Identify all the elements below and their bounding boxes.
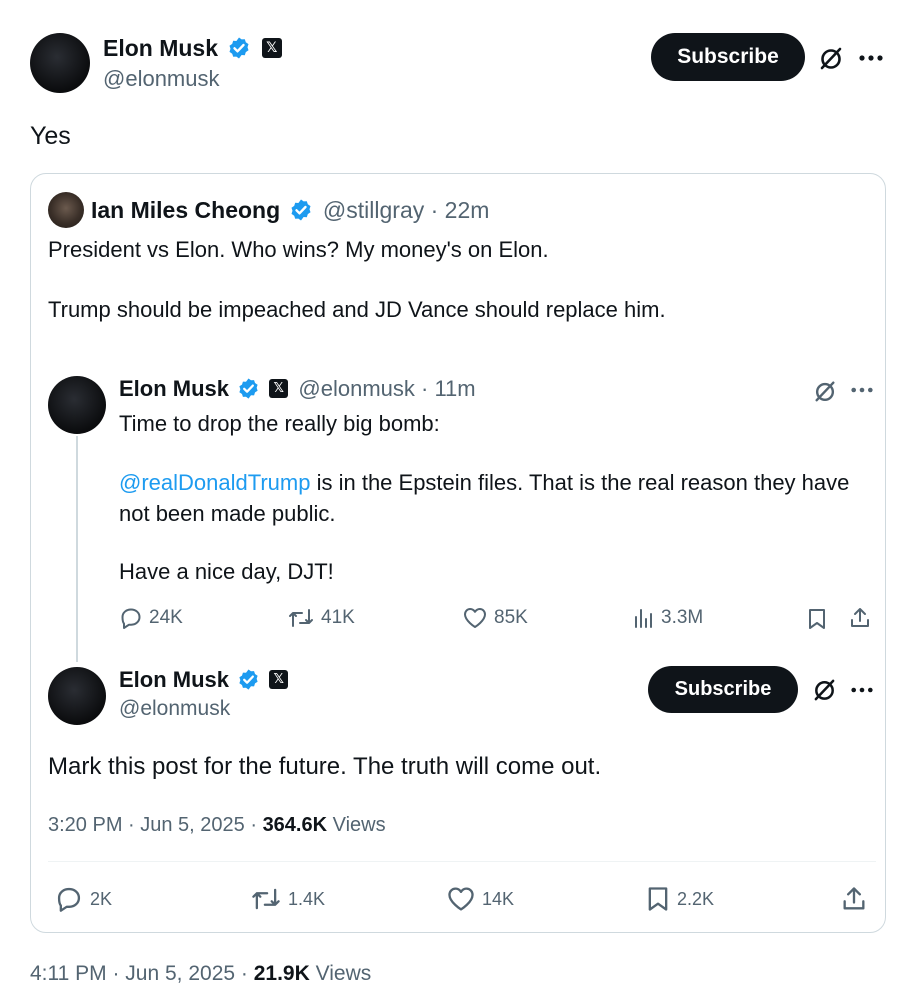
x-affiliate-icon: 𝕏 [269,378,289,398]
stats-divider [48,861,876,862]
quote-text-line-1: President vs Elon. Who wins? My money's … [48,237,549,262]
reply-author-handle[interactable]: @elonmusk [119,696,230,722]
nested-like-stat[interactable]: 85K [462,606,528,630]
reply-post-views-count: 364.6K [262,814,328,836]
reply-icon [57,887,81,912]
quote-post-age: · 22m [424,197,490,223]
like-icon [448,887,474,911]
reply-reply-stat[interactable]: 2K [54,885,112,913]
nested-author-handle[interactable]: @elonmusk [298,376,415,401]
share-icon[interactable] [840,885,868,913]
post-views-count: 21.9K [253,962,310,985]
quote-author-handle[interactable]: @stillgray [323,197,424,223]
nested-reply-stat[interactable]: 24K [119,606,183,630]
nested-author-avatar[interactable] [48,376,106,434]
reply-author-name[interactable]: Elon Musk [119,667,229,692]
reply-post-views-label: Views [327,814,386,836]
nested-text-line-1: Time to drop the really big bomb: [119,411,440,436]
verified-badge-icon [239,669,258,690]
nested-like-count: 85K [494,607,528,628]
nested-text-line-2: is in the Epstein files. That is the rea… [310,470,850,495]
reply-author-avatar[interactable] [48,667,106,725]
nested-repost-stat[interactable]: 41K [287,606,355,630]
bookmark-icon [648,887,668,911]
share-icon[interactable] [848,606,872,630]
reply-post-text: Mark this post for the future. The truth… [48,753,602,780]
reply-repost-count: 1.4K [288,888,326,909]
post-timestamp[interactable]: 4:11 PM · Jun 5, 2025 · [30,962,254,985]
reply-bookmark-stat[interactable]: 2.2K [645,885,714,913]
author-name[interactable]: Elon Musk [103,35,218,61]
post-text: Yes [30,122,71,150]
subscribe-button[interactable]: Subscribe [651,33,805,81]
mention-link[interactable]: @realDonaldTrump [119,470,310,495]
nested-repost-count: 41K [321,607,355,628]
author-avatar[interactable] [30,33,90,93]
nested-post-age: · 11m [414,376,476,401]
quote-text-line-2: Trump should be impeached and JD Vance s… [48,297,666,322]
nested-reply-count: 24K [149,607,183,628]
thread-connector-line [76,436,78,662]
views-icon [635,609,652,628]
x-affiliate-icon: 𝕏 [261,37,282,58]
reply-bookmark-count: 2.2K [677,888,715,909]
more-options-icon[interactable] [858,54,884,62]
x-affiliate-icon: 𝕏 [269,669,289,689]
post-views-label: Views [309,962,372,985]
author-handle[interactable]: @elonmusk [103,66,220,92]
nested-views-count: 3.3M [661,607,704,628]
reply-icon [121,608,141,629]
grok-icon[interactable] [818,45,844,71]
more-options-icon[interactable] [850,386,874,394]
reply-reply-count: 2K [90,888,113,909]
reply-like-count: 14K [482,888,515,909]
reply-repost-stat[interactable]: 1.4K [250,885,325,913]
grok-icon[interactable] [812,677,837,702]
repost-icon [252,888,280,910]
verified-badge-icon [291,199,311,221]
nested-author-name[interactable]: Elon Musk [119,376,229,401]
like-icon [464,608,486,628]
quote-author-name[interactable]: Ian Miles Cheong [91,197,280,223]
more-options-icon[interactable] [850,686,874,694]
bookmark-icon[interactable] [806,607,828,631]
grok-icon[interactable] [813,379,837,403]
nested-views-stat[interactable]: 3.3M [633,606,703,630]
reply-post-timestamp[interactable]: 3:20 PM · Jun 5, 2025 · [48,814,263,836]
repost-icon [289,609,313,627]
quote-author-avatar[interactable] [48,192,84,228]
reply-like-stat[interactable]: 14K [446,885,514,913]
verified-badge-icon [239,378,258,399]
subscribe-button[interactable]: Subscribe [648,666,798,713]
nested-text-line-4: Have a nice day, DJT! [119,559,334,584]
nested-text-line-3: not been made public. [119,501,336,526]
verified-badge-icon [229,37,249,59]
